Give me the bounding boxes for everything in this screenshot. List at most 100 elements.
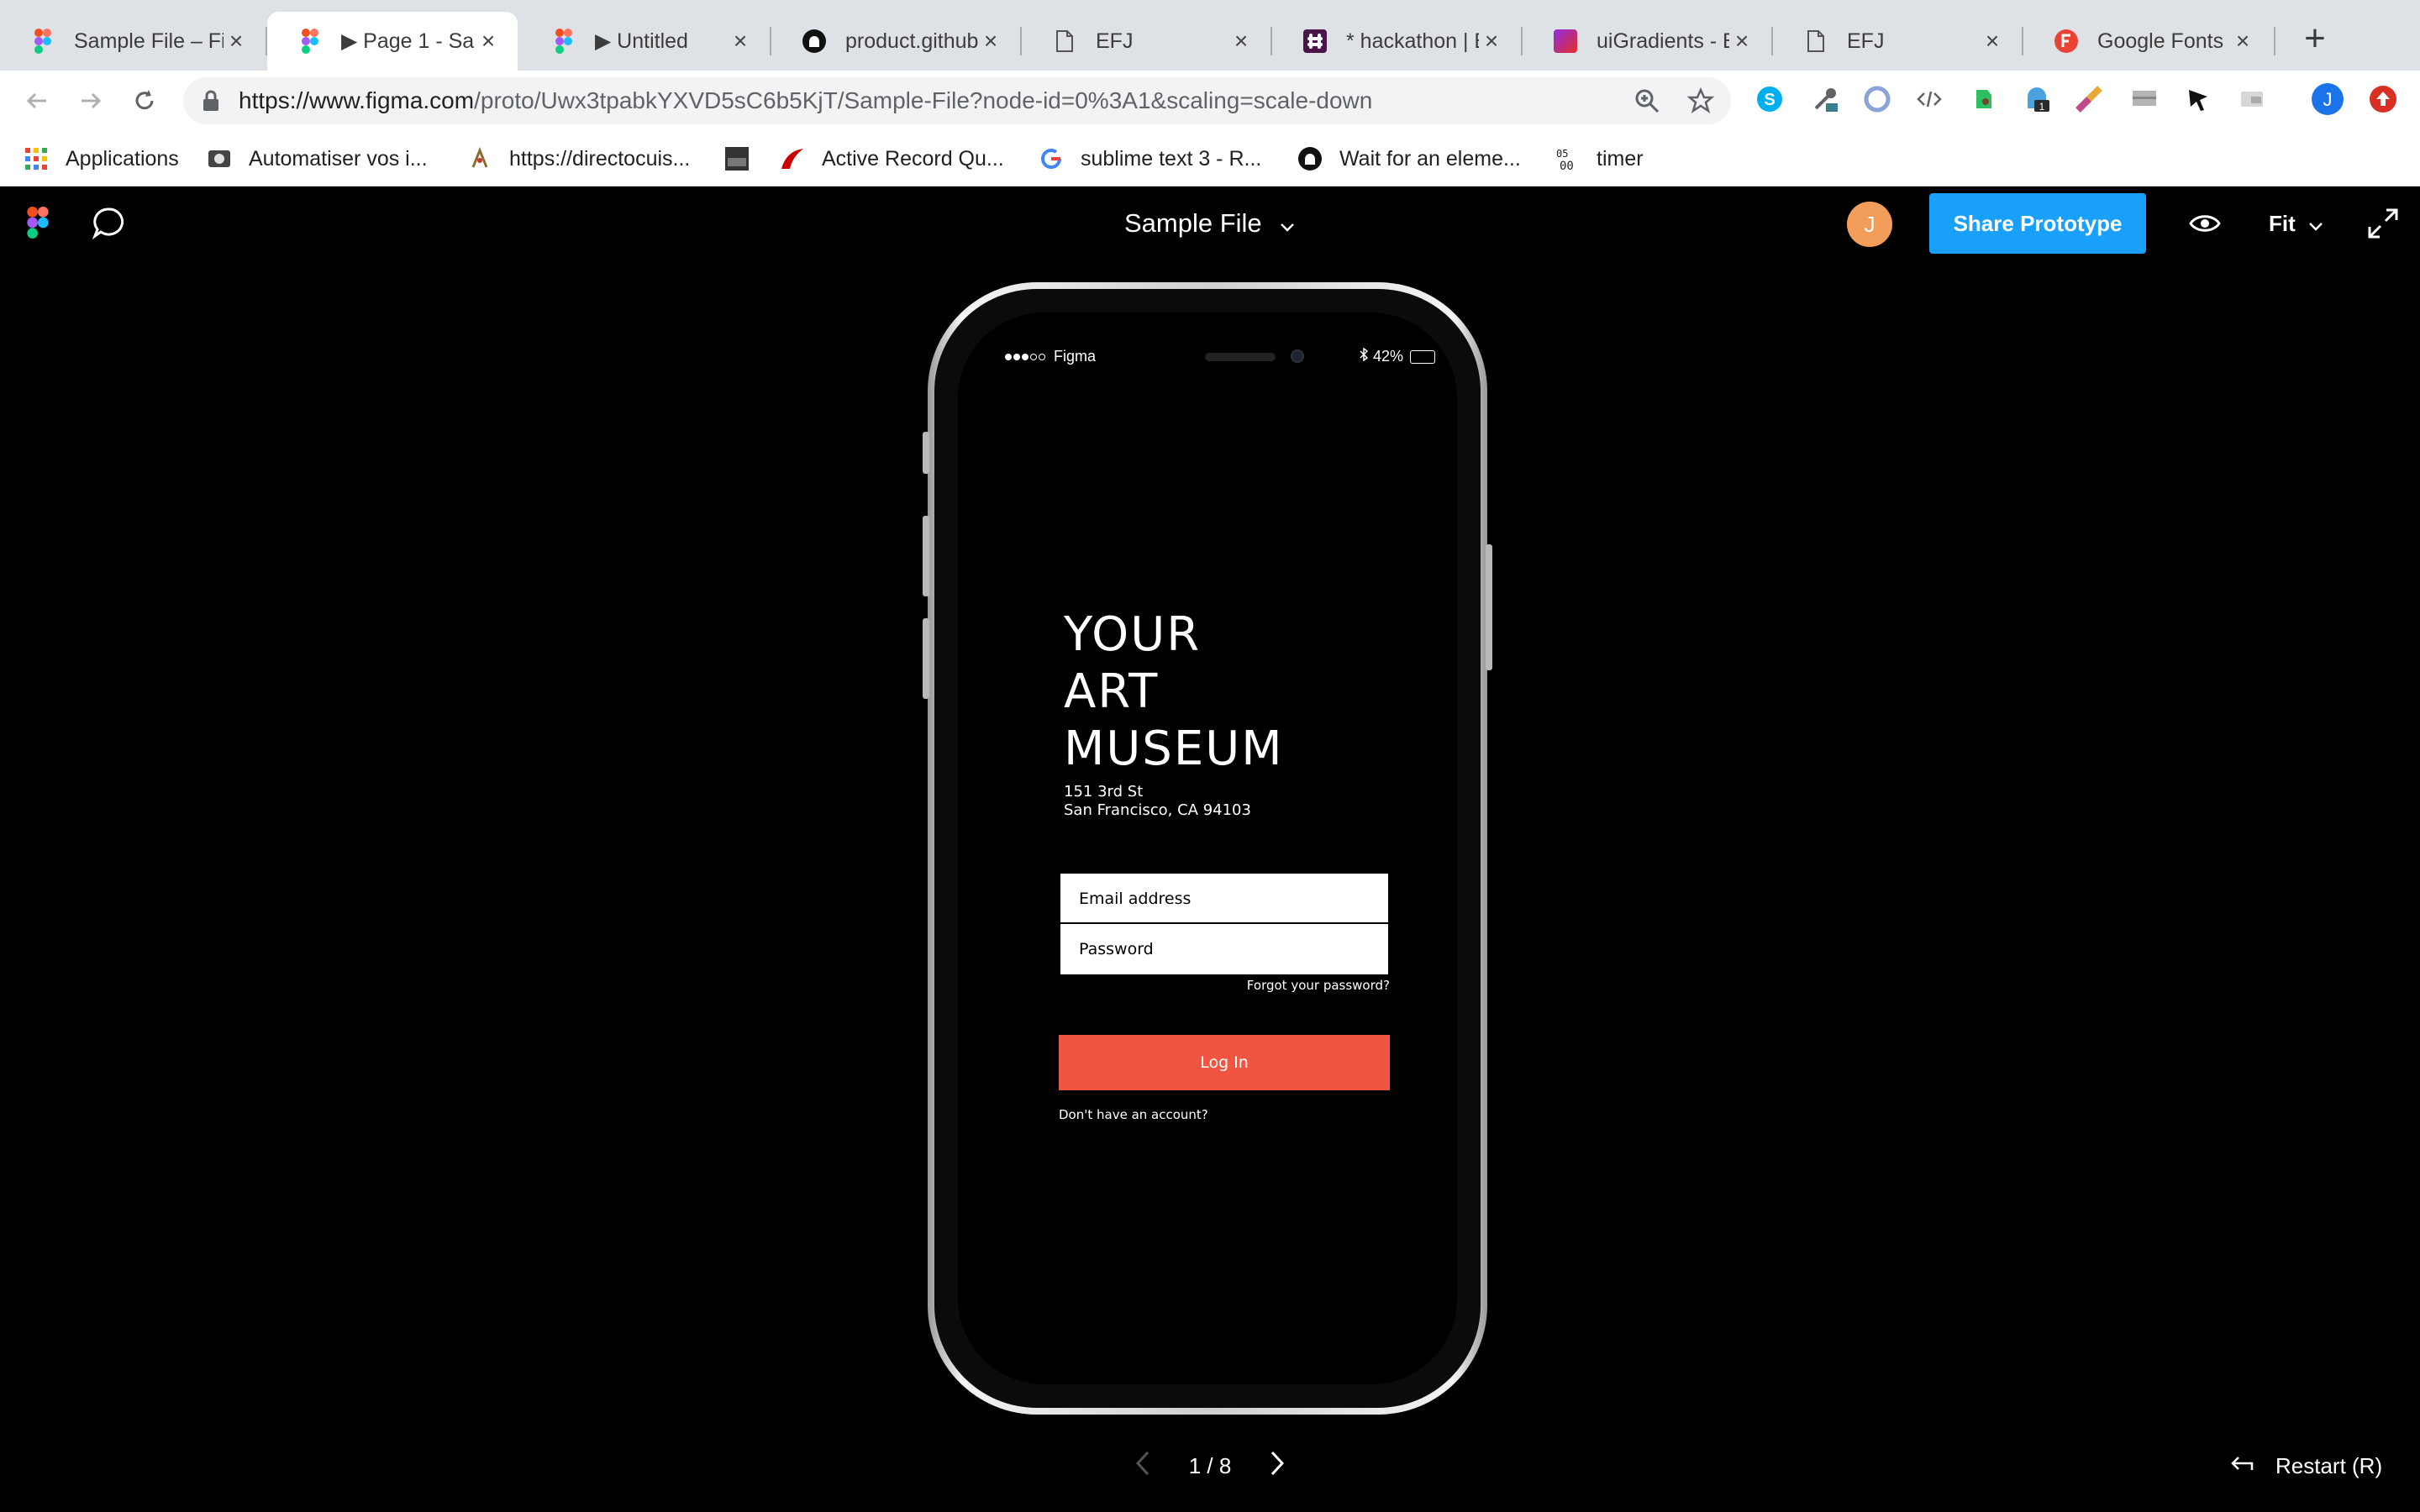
bookmark-label: sublime text 3 - R...	[1081, 146, 1262, 171]
sign-up-link[interactable]: Don't have an account?	[1059, 1107, 1208, 1122]
mute-switch	[923, 432, 929, 474]
phone-bezel: Figma 42% YOUR ART MUSEUM 151 3rd St San…	[934, 289, 1481, 1408]
restart-label: Restart (R)	[2275, 1452, 2383, 1478]
screen-icon[interactable]	[2128, 82, 2161, 116]
chevron-right-icon[interactable]	[1269, 1450, 1286, 1483]
chevron-left-icon[interactable]	[1134, 1450, 1151, 1483]
forgot-password-link[interactable]: Forgot your password?	[1059, 978, 1390, 993]
tab-google-fonts[interactable]: Google Fonts ×	[2023, 12, 2272, 71]
tab-strip: Sample File – Fi × ▶ Page 1 - Sam × ▶ Un…	[0, 0, 2420, 71]
forward-icon[interactable]	[71, 81, 111, 121]
share-prototype-button[interactable]: Share Prototype	[1929, 193, 2146, 254]
bookmark-label: Active Record Qu...	[822, 146, 1004, 171]
zoom-menu[interactable]: Fit	[2269, 207, 2323, 240]
close-icon[interactable]: ×	[1729, 28, 1754, 55]
cursor-extension-icon[interactable]	[2181, 82, 2215, 116]
profile-avatar[interactable]: J	[2311, 82, 2344, 116]
zoom-label: Fit	[2269, 210, 2296, 236]
tab-efj-2[interactable]: EFJ ×	[1773, 12, 2022, 71]
rails-icon	[780, 146, 805, 171]
bookmark-active-record[interactable]: Active Record Qu...	[780, 139, 1004, 178]
close-icon[interactable]: ×	[224, 28, 249, 55]
comment-icon[interactable]	[91, 205, 126, 244]
speaker	[1205, 353, 1276, 361]
close-icon[interactable]: ×	[476, 28, 501, 55]
document-icon	[1052, 29, 1077, 54]
ring-icon[interactable]	[1860, 82, 1894, 116]
tab-sample-file[interactable]: Sample File – Fi ×	[0, 12, 266, 71]
status-bar-carrier: Figma	[1005, 348, 1096, 365]
google-fonts-icon	[2054, 29, 2079, 54]
update-icon[interactable]	[2366, 82, 2400, 116]
bookmark-label: Automatiser vos i...	[249, 146, 428, 171]
fullscreen-icon[interactable]	[2366, 207, 2400, 244]
zoom-icon[interactable]	[1634, 87, 1660, 118]
tab-title: ▶ Page 1 - Sam	[341, 29, 476, 53]
bookmark-label: timer	[1597, 146, 1644, 171]
tab-title: EFJ	[1096, 29, 1134, 53]
close-icon[interactable]: ×	[1479, 28, 1504, 55]
prototype-screen[interactable]: Figma 42% YOUR ART MUSEUM 151 3rd St San…	[958, 312, 1457, 1384]
tab-uigradients[interactable]: uiGradients - B ×	[1523, 12, 1771, 71]
eye-icon[interactable]	[2188, 207, 2222, 244]
code-icon[interactable]	[1912, 82, 1946, 116]
title-line: MUSEUM	[1064, 722, 1284, 776]
bookmark-directocuis[interactable]: https://directocuis...	[467, 139, 690, 178]
file-title-menu[interactable]: Sample File	[1124, 203, 1294, 244]
bookmark-dock[interactable]	[724, 139, 766, 178]
extension-badge: 1	[2039, 101, 2045, 113]
reload-icon[interactable]	[124, 81, 165, 121]
restart-button[interactable]: Restart (R)	[2228, 1446, 2382, 1485]
lock-icon	[202, 89, 220, 117]
browser-toolbar: https://www.figma.com/proto/Uwx3tpabkYXV…	[0, 71, 2420, 131]
cast-icon[interactable]	[2235, 82, 2269, 116]
close-icon[interactable]: ×	[2230, 28, 2255, 55]
bookmark-label: https://directocuis...	[509, 146, 691, 171]
dock-icon	[724, 146, 750, 171]
title-line: ART	[1064, 664, 1160, 719]
camera	[1291, 349, 1304, 363]
log-in-button[interactable]: Log In	[1059, 1035, 1390, 1090]
eyedropper-icon[interactable]	[1808, 82, 1842, 116]
figma-icon	[297, 29, 323, 54]
star-icon[interactable]	[1686, 87, 1715, 118]
bookmark-applications[interactable]: Applications	[24, 139, 179, 178]
close-icon[interactable]: ×	[728, 28, 753, 55]
status-bar-battery: 42%	[1360, 347, 1435, 365]
skype-icon[interactable]: S	[1753, 82, 1786, 116]
svg-text:S: S	[1764, 91, 1775, 109]
title-line: YOUR	[1064, 607, 1202, 662]
bookmark-sublime[interactable]: sublime text 3 - R...	[1039, 139, 1261, 178]
url-path: /proto/Uwx3tpabkYXVD5sC6b5KjT/Sample-Fil…	[474, 87, 1373, 113]
new-tab-button[interactable]: +	[2294, 18, 2336, 60]
figma-logo-icon[interactable]	[27, 207, 49, 243]
password-field[interactable]: Password	[1059, 922, 1390, 976]
chevron-down-icon	[2308, 211, 2323, 237]
colorpicker-icon[interactable]	[2072, 82, 2106, 116]
bookmark-timer[interactable]: 05 00 timer	[1555, 139, 1644, 178]
tab-hackathon[interactable]: * hackathon | E ×	[1272, 12, 1521, 71]
bookmark-wait-for-element[interactable]: Wait for an eleme...	[1297, 139, 1521, 178]
tab-title: * hackathon | E	[1346, 29, 1479, 53]
ghostery-icon[interactable]: 1	[2020, 82, 2054, 116]
email-field[interactable]: Email address	[1059, 872, 1390, 926]
tab-product-github[interactable]: product.github ×	[771, 12, 1020, 71]
tab-page-1[interactable]: ▶ Page 1 - Sam ×	[267, 12, 518, 71]
svg-text:00: 00	[1560, 160, 1574, 171]
back-icon[interactable]	[17, 81, 57, 121]
evernote-icon[interactable]	[1966, 82, 2000, 116]
tab-efj[interactable]: EFJ ×	[1022, 12, 1270, 71]
tab-untitled[interactable]: ▶ Untitled ×	[521, 12, 770, 71]
slack-icon	[1302, 29, 1328, 54]
avatar[interactable]: J	[1847, 202, 1892, 247]
address-bar[interactable]: https://www.figma.com/proto/Uwx3tpabkYXV…	[183, 77, 1731, 124]
close-icon[interactable]: ×	[1980, 28, 2005, 55]
bookmark-icon	[467, 146, 492, 171]
museum-address: 151 3rd St San Francisco, CA 94103	[1064, 783, 1251, 820]
document-icon	[1803, 29, 1828, 54]
close-icon[interactable]: ×	[978, 28, 1003, 55]
close-icon[interactable]: ×	[1228, 28, 1254, 55]
bookmark-automatiser[interactable]: Automatiser vos i...	[207, 139, 428, 178]
page-indicator: 1 / 8	[1188, 1452, 1232, 1478]
bookmark-label: Applications	[66, 146, 179, 171]
